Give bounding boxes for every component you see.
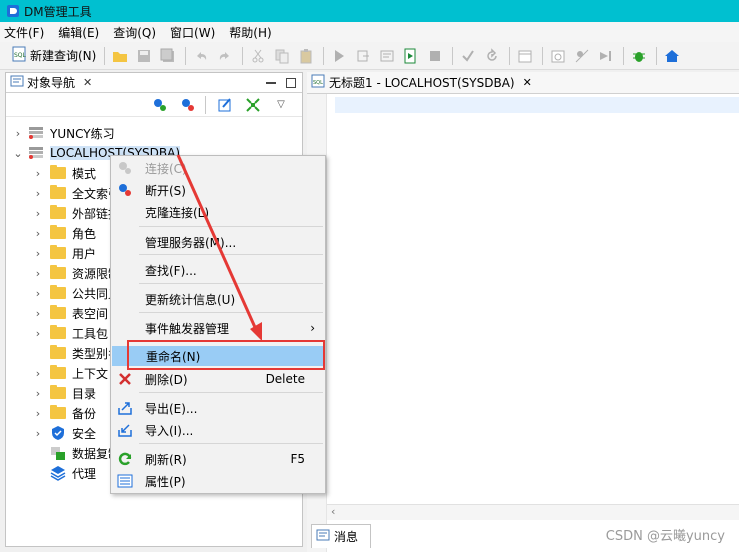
- annotation-arrow: [176, 154, 262, 341]
- watermark: CSDN @云曦yuncy: [605, 529, 725, 544]
- app-window: DM管理工具 文件(F) 编辑(E) 查询(Q) 窗口(W) 帮助(H) SQL…: [0, 0, 739, 552]
